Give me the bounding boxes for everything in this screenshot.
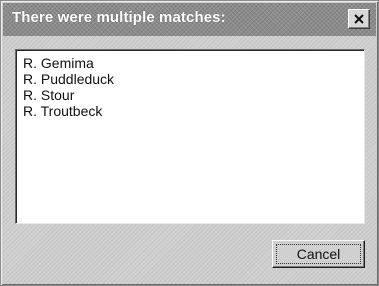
title-bar[interactable]: There were multiple matches: <box>3 3 376 36</box>
close-icon <box>354 14 364 24</box>
close-button[interactable] <box>348 9 370 29</box>
cancel-button-label: Cancel <box>296 246 341 262</box>
list-item-r-gemima[interactable]: R. Gemima <box>23 55 364 71</box>
dialog-title: There were multiple matches: <box>12 9 226 26</box>
list-item-r-troutbeck[interactable]: R. Troutbeck <box>23 103 364 119</box>
matches-listbox[interactable]: R. Gemima R. Puddleduck R. Stour R. Trou… <box>15 49 365 224</box>
list-item-r-stour[interactable]: R. Stour <box>23 87 364 103</box>
cancel-button[interactable]: Cancel <box>272 240 365 268</box>
list-item-r-puddleduck[interactable]: R. Puddleduck <box>23 71 364 87</box>
matches-dialog: There were multiple matches: R. Gemima R… <box>0 0 379 286</box>
